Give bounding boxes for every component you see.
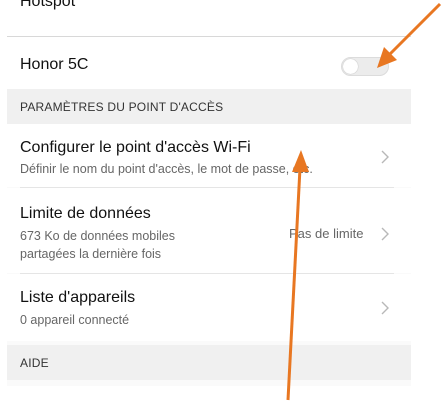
annotation-arrow-icon (286, 150, 309, 401)
settings-screen: Hotspot Honor 5C PARAMÈTRES DU POINT D'A… (0, 0, 444, 405)
annotation-arrows (286, 2, 442, 401)
annotation-arrow-icon (377, 2, 442, 68)
